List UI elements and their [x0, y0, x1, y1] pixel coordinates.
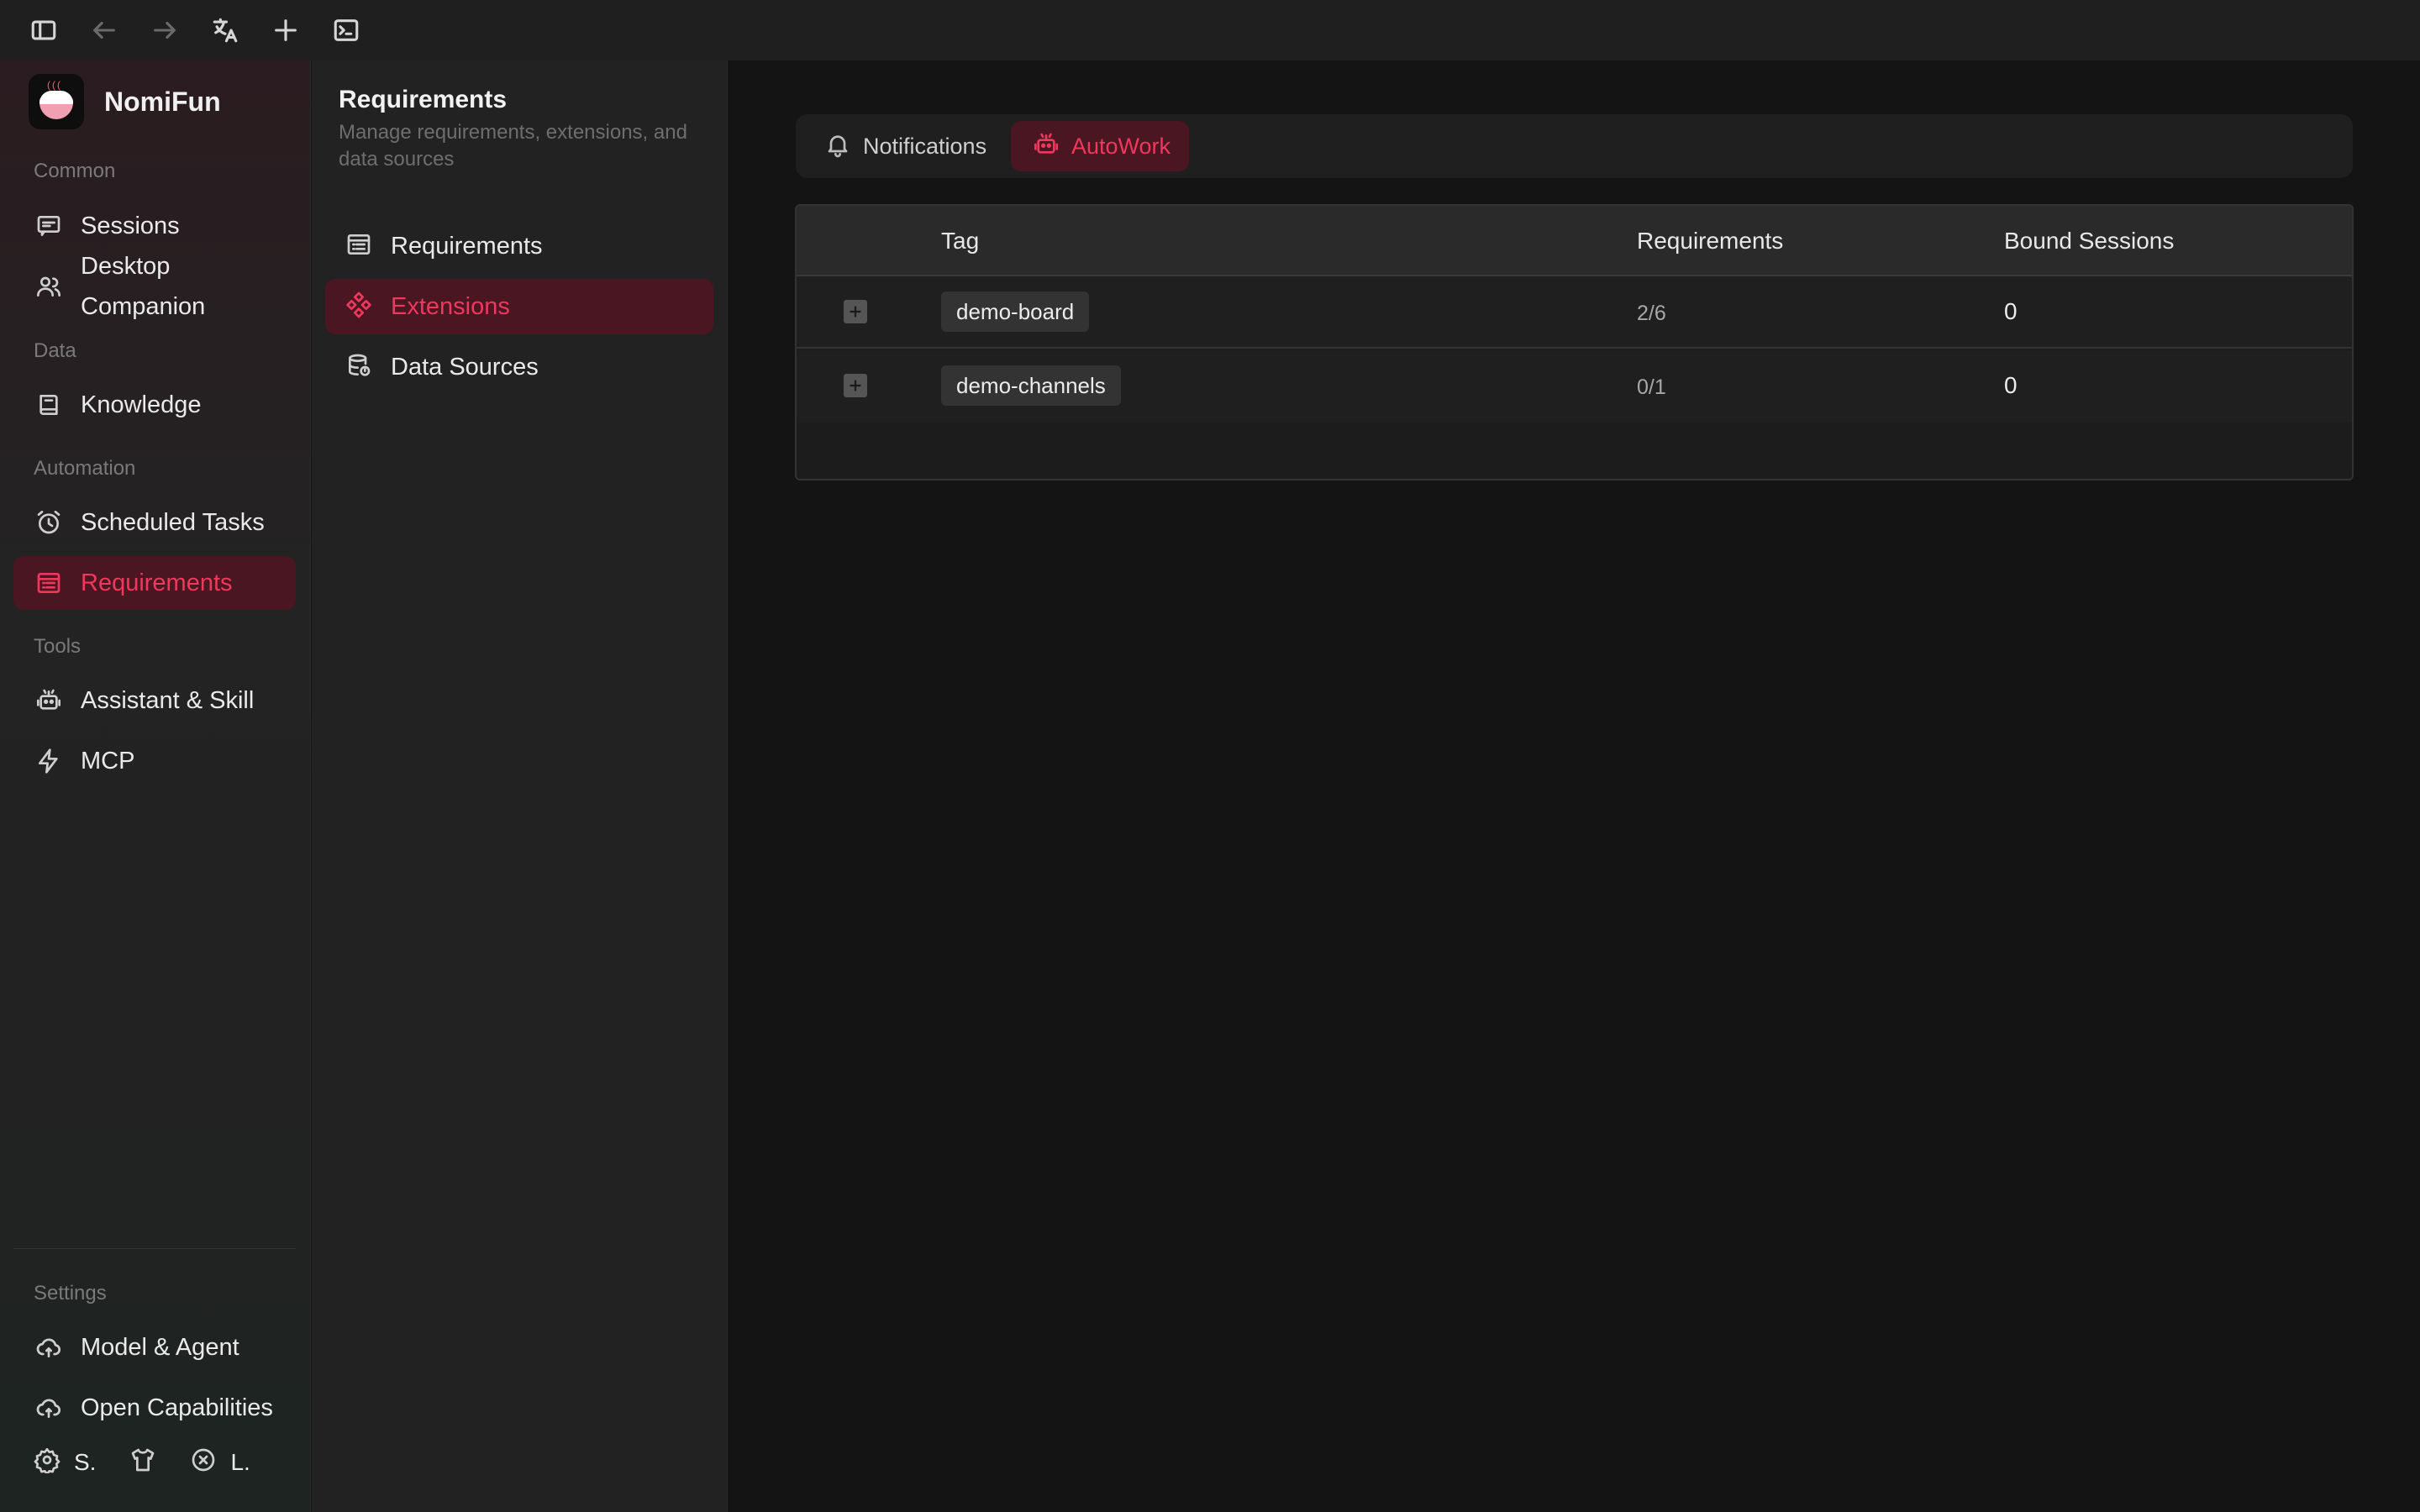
title-bar [0, 0, 2420, 60]
settings-button[interactable]: S. [34, 1446, 96, 1478]
tag-chip: demo-board [941, 291, 1090, 332]
sidebar-item-open-capabilities[interactable]: Open Capabilities [13, 1381, 296, 1435]
forward-arrow-icon[interactable] [146, 12, 183, 49]
shirt-icon [129, 1446, 156, 1478]
back-arrow-icon[interactable] [86, 12, 123, 49]
section-label-tools: Tools [34, 635, 82, 658]
settings-label: S. [74, 1448, 97, 1475]
cloud-icon [34, 1393, 64, 1423]
sidebar-item-assistant-skill[interactable]: Assistant & Skill [13, 674, 296, 727]
app-logo: ((( [29, 74, 84, 129]
extensions-icon [345, 291, 372, 323]
sidebar-item-label: Assistant & Skill [81, 686, 255, 714]
translate-icon[interactable] [207, 12, 244, 49]
table-row[interactable]: demo-channels 0/1 0 [797, 350, 2352, 423]
sidebar-item-desktop-companion[interactable]: Desktop Companion [13, 244, 296, 328]
subnav-item-label: Requirements [391, 232, 543, 260]
sidebar-item-label: MCP [81, 747, 135, 774]
app-name: NomiFun [104, 86, 221, 117]
list-icon [345, 231, 372, 262]
list-icon [34, 568, 64, 598]
tab-autowork[interactable]: AutoWork [1011, 121, 1190, 171]
table-row[interactable]: demo-board 2/6 0 [797, 276, 2352, 349]
subnav-item-label: Data Sources [391, 353, 539, 381]
section-label-data: Data [34, 339, 76, 362]
terminal-icon[interactable] [328, 12, 365, 49]
section-label-common: Common [34, 160, 116, 182]
sidebar-item-label: Sessions [81, 212, 180, 239]
robot-icon [34, 685, 64, 716]
close-circle-icon [190, 1446, 217, 1478]
bell-icon [824, 131, 851, 162]
column-header-bound-sessions: Bound Sessions [2004, 228, 2175, 254]
bound-sessions-count: 0 [2004, 372, 2018, 398]
table-header: Tag Requirements Bound Sessions [797, 206, 2352, 276]
subpanel-description: Manage requirements, extensions, and dat… [339, 121, 687, 171]
section-label-automation: Automation [34, 457, 136, 480]
section-label-settings: Settings [34, 1282, 107, 1305]
requirements-subpanel: Requirements Manage requirements, extens… [312, 60, 728, 1512]
sidebar-item-label: Scheduled Tasks [81, 508, 265, 536]
logout-button[interactable]: L. [190, 1446, 250, 1478]
sidebar-footer: S. L. [34, 1446, 250, 1478]
tab-label: Notifications [863, 133, 987, 159]
alarm-clock-icon [34, 507, 64, 538]
tags-table: Tag Requirements Bound Sessions demo-boa… [795, 204, 2354, 480]
cloud-icon [34, 1332, 64, 1362]
sidebar-item-model-agent[interactable]: Model & Agent [13, 1320, 296, 1374]
database-icon [345, 352, 372, 383]
tab-bar: Notifications AutoWork [796, 114, 2353, 178]
logout-label: L. [230, 1448, 250, 1475]
sidebar: ((( NomiFun Common Sessions Desktop Comp… [0, 60, 311, 1512]
new-tab-icon[interactable] [267, 12, 304, 49]
sidebar-item-requirements[interactable]: Requirements [13, 556, 296, 610]
expand-row-button[interactable] [844, 374, 867, 397]
sidebar-item-label: Model & Agent [81, 1333, 239, 1361]
tab-notifications[interactable]: Notifications [802, 121, 1005, 171]
sidebar-item-knowledge[interactable]: Knowledge [13, 378, 296, 432]
sidebar-item-label: Requirements [81, 569, 233, 596]
expand-row-button[interactable] [844, 300, 867, 323]
sidebar-item-label: Knowledge [81, 391, 202, 418]
column-header-requirements: Requirements [1637, 228, 1784, 254]
gear-icon [34, 1446, 60, 1478]
robot-icon [1033, 131, 1060, 162]
main-content: Notifications AutoWork Tag Requirements … [729, 60, 2420, 1512]
book-icon [34, 390, 64, 420]
column-header-tag: Tag [941, 228, 980, 254]
lightning-icon [34, 746, 64, 776]
subnav-item-extensions[interactable]: Extensions [325, 279, 713, 334]
subpanel-title: Requirements [339, 86, 508, 113]
tab-label: AutoWork [1071, 133, 1171, 159]
plus-icon [850, 380, 861, 391]
subnav-item-label: Extensions [391, 292, 510, 320]
sidebar-item-label: Desktop Companion [81, 253, 206, 320]
plus-icon [850, 306, 861, 318]
brand[interactable]: ((( NomiFun [29, 74, 221, 129]
sidebar-item-label: Open Capabilities [81, 1394, 273, 1421]
theme-button[interactable] [129, 1446, 156, 1478]
sidebar-item-mcp[interactable]: MCP [13, 734, 296, 788]
chat-icon [34, 211, 64, 241]
subnav-item-requirements[interactable]: Requirements [325, 218, 713, 274]
tag-chip: demo-channels [941, 365, 1121, 406]
sidebar-toggle-icon[interactable] [25, 12, 62, 49]
requirements-count: 0/1 [1637, 375, 1666, 399]
requirements-count: 2/6 [1637, 302, 1666, 325]
bound-sessions-count: 0 [2004, 298, 2018, 324]
users-icon [34, 271, 64, 302]
subnav-item-data-sources[interactable]: Data Sources [325, 339, 713, 395]
sidebar-divider [13, 1248, 296, 1249]
sidebar-item-scheduled-tasks[interactable]: Scheduled Tasks [13, 496, 296, 549]
